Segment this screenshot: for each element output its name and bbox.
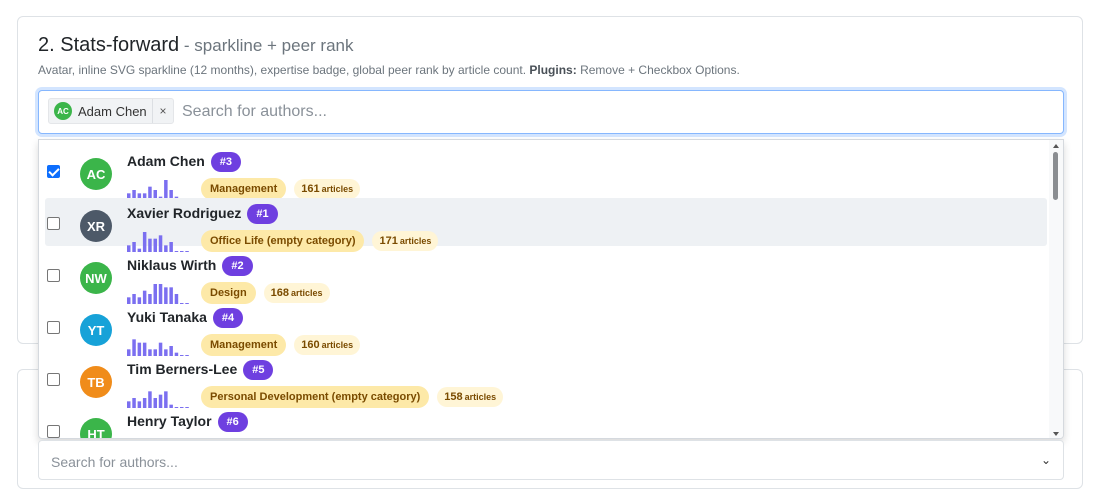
author-option[interactable]: NW Niklaus Wirth #2 Design 168 articles (45, 250, 1047, 304)
expertise-badge: Office Life (empty category) (201, 230, 365, 252)
expertise-badge: Management (201, 178, 287, 200)
chevron-down-icon[interactable]: ⌄ (1041, 453, 1051, 467)
scroll-up-arrow[interactable] (1053, 144, 1059, 148)
dropdown-scrollbar[interactable] (1049, 140, 1063, 438)
author-option[interactable]: AC Adam Chen #3 Management 161 articles (45, 146, 1047, 200)
article-count-badge: 171 articles (372, 231, 439, 251)
peer-rank-badge: #4 (212, 308, 244, 328)
peer-rank-badge: #3 (210, 152, 242, 172)
avatar: TB (80, 366, 112, 398)
option-checkbox[interactable] (47, 269, 60, 282)
scroll-thumb[interactable] (1053, 152, 1058, 200)
author-select-control[interactable]: AC Adam Chen × (38, 90, 1064, 134)
section-title-main: 2. Stats-forward (38, 34, 180, 56)
author-search-input[interactable] (182, 101, 1042, 123)
author-name: Yuki Tanaka (127, 309, 207, 325)
scroll-down-arrow[interactable] (1053, 432, 1059, 436)
option-checkbox[interactable] (47, 425, 60, 438)
option-checkbox[interactable] (47, 321, 60, 334)
article-count: 160 (301, 339, 320, 351)
chip-name: Adam Chen (78, 104, 147, 119)
avatar: HT (80, 418, 112, 438)
author-name: Henry Taylor (127, 413, 212, 429)
avatar: AC (80, 158, 112, 190)
article-count-badge: 161 articles (294, 179, 361, 199)
avatar: YT (80, 314, 112, 346)
section-title: 2. Stats-forward - sparkline + peer rank (38, 34, 354, 57)
article-count-badge: 160 articles (294, 335, 361, 355)
chip-avatar: AC (54, 102, 72, 120)
plugins-text: Remove + Checkbox Options. (576, 63, 740, 77)
sparkline-bar (164, 180, 168, 200)
expertise-badge: Management (201, 334, 287, 356)
section-title-sub: - sparkline + peer rank (179, 36, 354, 55)
section-description: Avatar, inline SVG sparkline (12 months)… (38, 63, 740, 77)
plugins-label: Plugins: (529, 63, 577, 77)
desc-text: Avatar, inline SVG sparkline (12 months)… (38, 63, 530, 77)
article-count-badge: 158 articles (437, 387, 504, 407)
article-count-badge: 168 articles (263, 283, 330, 303)
author-name: Xavier Rodriguez (127, 205, 242, 221)
sparkline-bar (142, 232, 147, 252)
expertise-badge: Personal Development (empty category) (201, 386, 430, 408)
sparkline-bar (153, 284, 157, 304)
option-checkbox[interactable] (47, 373, 60, 386)
option-checkbox[interactable] (47, 165, 60, 178)
author-name: Adam Chen (127, 153, 205, 169)
peer-rank-badge: #1 (247, 204, 278, 224)
article-count: 171 (379, 235, 398, 247)
second-search-placeholder: Search for authors... (51, 454, 178, 470)
author-option[interactable]: HT Henry Taylor #6 (45, 406, 1047, 439)
article-count-unit: articles (321, 184, 354, 194)
article-count: 168 (270, 287, 290, 299)
article-count-unit: articles (464, 392, 497, 402)
avatar: XR (80, 210, 112, 242)
author-option[interactable]: YT Yuki Tanaka #4 Management 160 articles (45, 302, 1047, 356)
article-count: 158 (444, 391, 463, 403)
peer-rank-badge: #2 (222, 256, 253, 276)
peer-rank-badge: #6 (217, 412, 248, 432)
article-count-unit: articles (291, 288, 323, 298)
article-count: 161 (301, 183, 320, 195)
author-dropdown: AC Adam Chen #3 Management 161 articles XR Xavi… (38, 139, 1064, 439)
author-option[interactable]: TB Tim Berners-Lee #5 Personal Development … (45, 354, 1047, 408)
second-author-select[interactable]: Search for authors... ⌄ (38, 440, 1064, 480)
sparkline-bar (158, 284, 163, 304)
author-option[interactable]: XR Xavier Rodriguez #1 Office Life (empty c… (45, 198, 1047, 252)
article-count-unit: articles (399, 236, 432, 246)
avatar: NW (80, 262, 112, 294)
sparkline (127, 437, 191, 439)
expertise-badge: Design (201, 282, 256, 304)
author-name: Niklaus Wirth (127, 257, 217, 273)
peer-rank-badge: #5 (243, 360, 274, 380)
chip-remove-button[interactable]: × (153, 99, 173, 123)
author-name: Tim Berners-Lee (127, 361, 238, 377)
option-checkbox[interactable] (47, 217, 60, 230)
selected-chip: AC Adam Chen × (48, 98, 174, 124)
article-count-unit: articles (321, 340, 354, 350)
